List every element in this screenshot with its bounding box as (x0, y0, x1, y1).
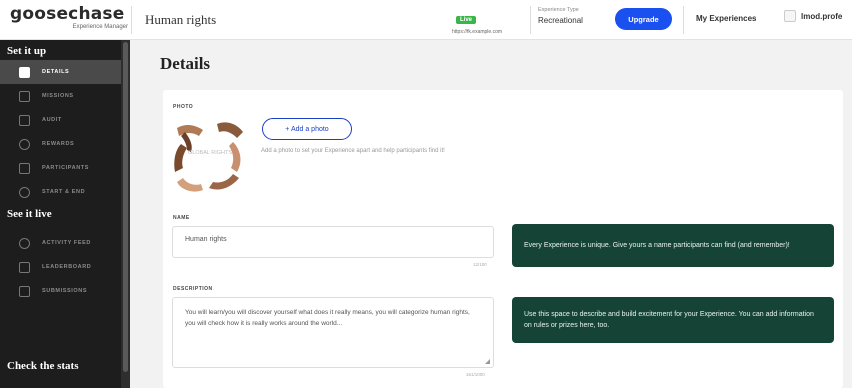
user-menu[interactable]: lmod.profe (784, 10, 852, 22)
details-icon (19, 66, 30, 78)
live-status-badge: Live (456, 16, 477, 24)
experience-type-selector[interactable]: Experience Type Recreational (538, 7, 610, 25)
photo-help-text: Add a photo to set your Experience apart… (261, 148, 445, 154)
name-input[interactable]: Human rights (172, 226, 494, 258)
upgrade-button[interactable]: Upgrade (615, 8, 672, 30)
topbar-divider (530, 6, 531, 34)
sidebar-item-label: PARTICIPANTS (42, 165, 90, 171)
sidebar-item-leaderboard[interactable]: LEADERBOARD (0, 255, 121, 279)
logo-subtitle: Experience Manager (72, 24, 128, 30)
resize-handle-icon[interactable] (485, 359, 490, 364)
leaderboard-icon (19, 261, 30, 273)
name-label: NAME (173, 215, 190, 221)
rewards-icon (19, 138, 30, 150)
topbar-divider (131, 6, 132, 34)
sidebar-item-label: MISSIONS (42, 93, 74, 99)
experience-link[interactable]: https://fk.example.com (452, 29, 516, 35)
sidebar-item-start-end[interactable]: START & END (0, 180, 121, 204)
sidebar-item-label: DETAILS (42, 69, 70, 75)
experience-status[interactable]: Live https://fk.example.com (452, 8, 516, 35)
experience-type-value: Recreational (538, 16, 583, 25)
goosechase-logo[interactable]: goosechase Experience Manager (10, 4, 128, 36)
sidebar-item-label: SUBMISSIONS (42, 288, 88, 294)
activity-feed-icon (19, 237, 30, 249)
avatar (784, 10, 796, 22)
missions-icon (19, 90, 30, 102)
sidebar-section-see-it-live: See it live (7, 208, 52, 220)
description-textarea[interactable]: You will learn/you will discover yoursel… (172, 297, 494, 368)
name-tip: Every Experience is unique. Give yours a… (512, 224, 834, 267)
sidebar-item-label: LEADERBOARD (42, 264, 92, 270)
page-title: Details (160, 54, 211, 73)
audit-icon (19, 114, 30, 126)
topbar-divider (683, 6, 684, 34)
sidebar-item-label: AUDIT (42, 117, 62, 123)
experience-name: Human rights (145, 12, 217, 27)
sidebar-item-audit[interactable]: AUDIT (0, 108, 121, 132)
sidebar-item-participants[interactable]: PARTICIPANTS (0, 156, 121, 180)
experience-type-label: Experience Type (538, 7, 579, 13)
description-label: DESCRIPTION (173, 286, 213, 292)
sidebar-item-rewards[interactable]: REWARDS (0, 132, 121, 156)
sidebar-section-check-the-stats: Check the stats (7, 360, 79, 372)
description-text: You will learn/you will discover yoursel… (185, 309, 470, 327)
clock-icon (19, 186, 30, 198)
top-bar: goosechase Experience Manager Human righ… (0, 0, 852, 40)
sidebar-item-activity-feed[interactable]: ACTIVITY FEED (0, 231, 121, 255)
sidebar: Set it up DETAILS MISSIONS AUDIT REWARDS… (0, 40, 130, 388)
submissions-icon (19, 285, 30, 297)
add-photo-button[interactable]: + Add a photo (262, 118, 352, 140)
details-card: PHOTO GLOBAL RIGHTS + Add a photo Add a … (163, 90, 843, 388)
sidebar-item-submissions[interactable]: SUBMISSIONS (0, 279, 121, 303)
sidebar-scrollbar[interactable] (121, 40, 130, 388)
sidebar-item-label: REWARDS (42, 141, 75, 147)
description-tip: Use this space to describe and build exc… (512, 297, 834, 343)
photo-caption: GLOBAL RIGHTS (188, 150, 232, 156)
photo-label: PHOTO (173, 104, 194, 110)
name-character-counter: 12/100 (473, 262, 487, 267)
description-character-counter: 161/1000 (466, 372, 485, 377)
my-experiences-link[interactable]: My Experiences (696, 14, 756, 23)
logo-wordmark: goosechase (10, 4, 125, 24)
sidebar-item-details[interactable]: DETAILS (0, 60, 121, 84)
sidebar-item-missions[interactable]: MISSIONS (0, 84, 121, 108)
sidebar-item-label: ACTIVITY FEED (42, 240, 91, 246)
experience-photo[interactable]: GLOBAL RIGHTS (173, 116, 247, 196)
sidebar-section-set-it-up: Set it up (7, 45, 47, 57)
sidebar-item-label: START & END (42, 189, 86, 195)
user-name: lmod.profe (801, 11, 843, 21)
participants-icon (19, 162, 30, 174)
scrollbar-thumb[interactable] (123, 42, 128, 372)
